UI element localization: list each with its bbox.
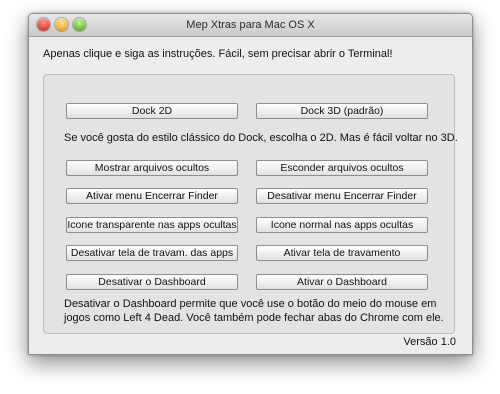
dashboard-note-line-2: jogos como Left 4 Dead. Você também pode… (64, 312, 444, 324)
dock-3d-button[interactable]: Dock 3D (padrão) (256, 103, 428, 119)
disable-lock-screen-button[interactable]: Desativar tela de travam. das apps (66, 245, 238, 261)
title-bar[interactable]: Mep Xtras para Mac OS X (29, 14, 472, 37)
disable-dashboard-button[interactable]: Desativar o Dashboard (66, 274, 238, 290)
dock-2d-button[interactable]: Dock 2D (66, 103, 238, 119)
options-group: Dock 2D Dock 3D (padrão) Se você gosta d… (43, 74, 458, 334)
version-label: Versão 1.0 (403, 336, 456, 348)
enable-lock-screen-button[interactable]: Ativar tela de travamento (256, 245, 428, 261)
intro-text: Apenas clique e siga as instruções. Fáci… (43, 48, 393, 60)
hide-hidden-files-button[interactable]: Esconder arquivos ocultos (256, 160, 428, 176)
dock-note: Se você gosta do estilo clássico do Dock… (64, 132, 458, 144)
disable-quit-finder-button[interactable]: Desativar menu Encerrar Finder (256, 188, 428, 204)
show-hidden-files-button[interactable]: Mostrar arquivos ocultos (66, 160, 238, 176)
enable-quit-finder-button[interactable]: Ativar menu Encerrar Finder (66, 188, 238, 204)
dashboard-note-line-1: Desativar o Dashboard permite que você u… (64, 298, 437, 310)
transparent-hidden-app-icon-button[interactable]: Icone transparente nas apps ocultas (66, 217, 238, 233)
app-window: Mep Xtras para Mac OS X Apenas clique e … (28, 13, 473, 355)
window-title: Mep Xtras para Mac OS X (186, 19, 315, 31)
normal-hidden-app-icon-button[interactable]: Icone normal nas apps ocultas (256, 217, 428, 233)
enable-dashboard-button[interactable]: Ativar o Dashboard (256, 274, 428, 290)
